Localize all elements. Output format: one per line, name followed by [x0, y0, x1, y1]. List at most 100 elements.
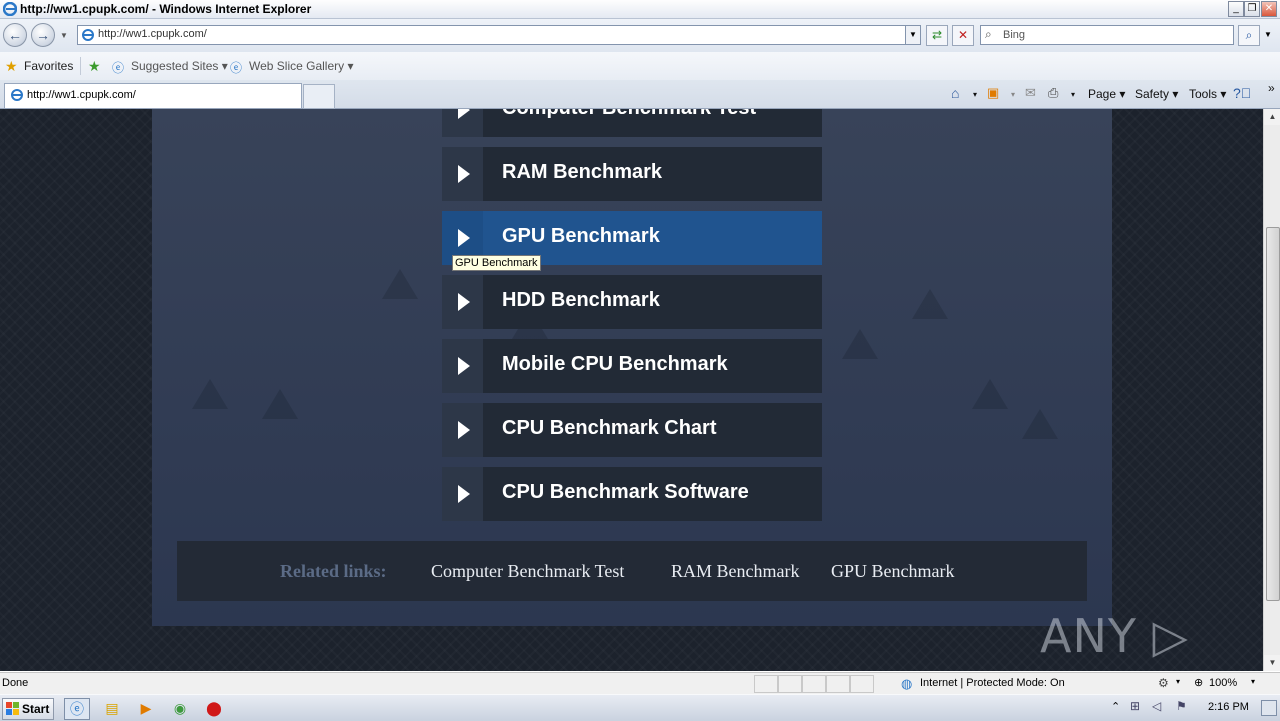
scroll-down-icon[interactable]: ▼: [1264, 655, 1280, 671]
address-field[interactable]: http://ww1.cpupk.com/ ▼: [77, 25, 921, 45]
favorites-star-icon: ★: [5, 58, 18, 74]
menu-item-mobile-cpu-benchmark[interactable]: Mobile CPU Benchmark: [442, 339, 822, 393]
web-slice-gallery-icon: ⓔ: [230, 61, 243, 75]
feeds-icon[interactable]: ▣: [987, 85, 999, 101]
volume-icon[interactable]: ◁: [1152, 699, 1161, 713]
home-icon[interactable]: ⌂: [951, 85, 959, 101]
favorites-divider: [80, 57, 81, 75]
zoom-level[interactable]: 100%: [1209, 677, 1237, 689]
page-menu[interactable]: Page ▾: [1088, 87, 1125, 101]
scroll-up-icon[interactable]: ▲: [1264, 109, 1280, 125]
refresh-button[interactable]: ⇄: [926, 25, 948, 46]
taskbar-chrome-icon[interactable]: ◉: [168, 698, 192, 718]
refresh-icon: ⇄: [931, 28, 943, 42]
new-tab-button[interactable]: [303, 84, 335, 109]
status-text: Done: [2, 677, 29, 689]
protected-mode-dropdown-icon[interactable]: ▾: [1176, 677, 1180, 686]
clock-time[interactable]: 2:16 PM: [1208, 701, 1249, 713]
menu-item-label: Computer Benchmark Test: [502, 109, 756, 120]
protected-mode-icon[interactable]: ⚙: [1158, 676, 1169, 690]
menu-item-label: GPU Benchmark: [502, 225, 660, 247]
menu-item-hdd-benchmark[interactable]: HDD Benchmark: [442, 275, 822, 329]
favorites-button[interactable]: Favorites: [24, 59, 73, 73]
taskbar-media-player-icon[interactable]: ▶: [134, 698, 158, 718]
suggested-sites-icon: ⓔ: [112, 61, 125, 75]
search-options-dropdown[interactable]: ▼: [1264, 30, 1272, 39]
print-dropdown-icon[interactable]: ▾: [1071, 90, 1075, 99]
home-dropdown-icon[interactable]: ▾: [973, 90, 977, 99]
toolbar-overflow-icon[interactable]: »: [1268, 81, 1275, 95]
status-pane: [802, 675, 826, 693]
stop-button[interactable]: ✕: [952, 25, 974, 46]
forward-arrow-icon: →: [36, 27, 50, 43]
back-button[interactable]: ←: [3, 23, 27, 47]
start-label: Start: [22, 702, 50, 716]
network-icon[interactable]: ⊞: [1130, 699, 1140, 713]
zoom-icon: ⊕: [1194, 677, 1204, 689]
play-arrow-icon: [442, 109, 483, 137]
vertical-scrollbar[interactable]: ▲ ▼: [1263, 109, 1280, 671]
navigation-bar: ← → ▼ http://ww1.cpupk.com/ ▼ ⇄ ✕ ⌕ Bing…: [0, 19, 1280, 52]
title-bar: http://ww1.cpupk.com/ - Windows Internet…: [0, 0, 1280, 19]
status-bar: Done ◍ Internet | Protected Mode: On ⚙ ▾…: [0, 672, 1280, 695]
start-button[interactable]: Start: [2, 698, 54, 720]
play-arrow-icon: [442, 147, 483, 201]
menu-item-label: CPU Benchmark Chart: [502, 417, 717, 439]
menu-item-label: RAM Benchmark: [502, 161, 663, 183]
menu-item-computer-benchmark-test[interactable]: Computer Benchmark Test: [442, 109, 822, 137]
tools-menu[interactable]: Tools ▾: [1189, 87, 1226, 101]
action-center-flag-icon[interactable]: ⚑: [1176, 699, 1187, 713]
tab-label: http://ww1.cpupk.com/: [27, 89, 136, 101]
related-link-gpu-benchmark[interactable]: GPU Benchmark: [831, 561, 954, 582]
recent-pages-dropdown[interactable]: ▼: [60, 31, 68, 40]
show-desktop-button[interactable]: [1261, 700, 1277, 716]
read-mail-icon[interactable]: ✉: [1025, 85, 1036, 101]
search-icon: ⌕: [1245, 28, 1253, 42]
close-window-button[interactable]: ✕: [1261, 1, 1277, 17]
status-pane: [826, 675, 850, 693]
help-icon[interactable]: ?⃝: [1233, 85, 1251, 101]
scrollbar-thumb[interactable]: [1266, 227, 1280, 601]
internet-explorer-icon: [3, 2, 17, 16]
tray-expand-icon[interactable]: ⌃: [1111, 700, 1120, 713]
menu-item-cpu-benchmark-software[interactable]: CPU Benchmark Software: [442, 467, 822, 521]
feeds-dropdown-icon[interactable]: ▾: [1011, 90, 1015, 99]
suggested-sites-link[interactable]: Suggested Sites ▾: [131, 59, 228, 73]
page-viewport: Computer Benchmark Test RAM Benchmark GP…: [0, 109, 1263, 671]
zoom-dropdown-icon[interactable]: ▾: [1251, 677, 1255, 686]
play-arrow-icon: [442, 275, 483, 329]
menu-item-cpu-benchmark-chart[interactable]: CPU Benchmark Chart: [442, 403, 822, 457]
taskbar: Start ⓔ ▤ ▶ ◉ ⬤ ⌃ ⊞ ◁ ⚑ 2:16 PM: [0, 694, 1280, 721]
address-url: http://ww1.cpupk.com/: [98, 28, 207, 40]
search-placeholder: Bing: [1003, 29, 1026, 41]
link-tooltip: GPU Benchmark: [452, 255, 541, 271]
add-favorite-icon[interactable]: ★: [88, 58, 101, 75]
taskbar-explorer-icon[interactable]: ▤: [100, 698, 124, 718]
print-icon[interactable]: ⎙: [1048, 85, 1058, 101]
related-link-computer-benchmark-test[interactable]: Computer Benchmark Test: [431, 561, 624, 582]
safety-menu[interactable]: Safety ▾: [1135, 87, 1178, 101]
tab-current[interactable]: http://ww1.cpupk.com/: [4, 83, 302, 108]
related-link-ram-benchmark[interactable]: RAM Benchmark: [671, 561, 799, 582]
windows-flag-icon: [6, 702, 19, 715]
status-pane: [778, 675, 802, 693]
search-button[interactable]: ⌕: [1238, 25, 1260, 46]
status-pane: [754, 675, 778, 693]
address-dropdown-icon[interactable]: ▼: [905, 26, 920, 44]
window-title: http://ww1.cpupk.com/ - Windows Internet…: [20, 2, 312, 16]
minimize-button[interactable]: _: [1228, 1, 1244, 17]
security-zone-text[interactable]: Internet | Protected Mode: On: [920, 677, 1065, 689]
restore-button[interactable]: ❐: [1244, 1, 1260, 17]
web-slice-gallery-link[interactable]: Web Slice Gallery ▾: [249, 59, 354, 73]
taskbar-opera-icon[interactable]: ⬤: [202, 698, 226, 718]
page-ie-icon: [82, 29, 94, 41]
menu-item-label: CPU Benchmark Software: [502, 481, 749, 503]
play-arrow-icon: [442, 403, 483, 457]
menu-item-ram-benchmark[interactable]: RAM Benchmark: [442, 147, 822, 201]
internet-zone-icon: ◍: [901, 676, 913, 691]
play-arrow-icon: [442, 467, 483, 521]
forward-button[interactable]: →: [31, 23, 55, 47]
search-field[interactable]: ⌕ Bing: [980, 25, 1234, 45]
favorites-bar: ★ Favorites ★ ⓔ Suggested Sites ▾ ⓔ Web …: [0, 52, 1280, 80]
taskbar-ie-icon[interactable]: ⓔ: [64, 698, 90, 720]
